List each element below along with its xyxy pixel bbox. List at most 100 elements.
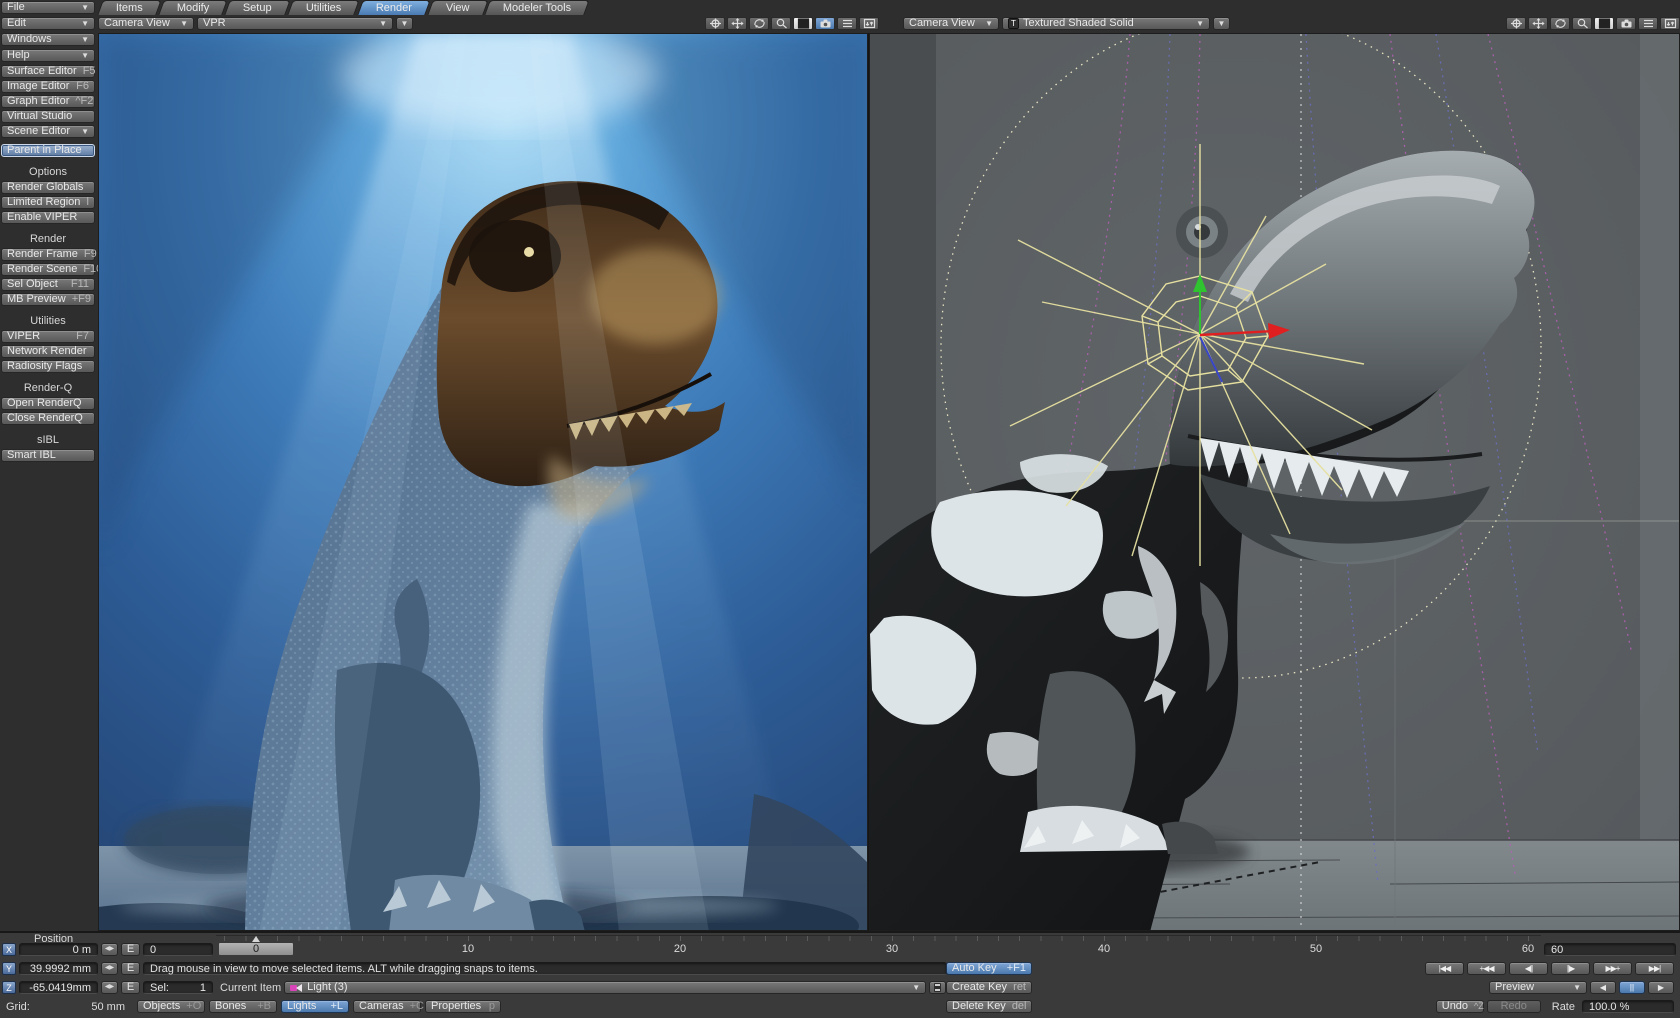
item-history-button[interactable] xyxy=(929,981,946,994)
lights-button[interactable]: Lights+L xyxy=(281,1000,349,1013)
sidebar-item-open-renderq[interactable]: Open RenderQ xyxy=(1,397,95,410)
current-frame-input[interactable]: 0 xyxy=(143,943,213,956)
tab-items[interactable]: Items xyxy=(97,0,161,15)
sidebar-item-render-scene[interactable]: Render SceneF10 xyxy=(1,263,95,276)
create-key-button[interactable]: Create Key ret xyxy=(946,981,1032,994)
left-viewport-options-dropdown[interactable]: ▼ xyxy=(396,17,413,30)
sidebar-item-enable-viper[interactable]: Enable VIPER xyxy=(1,211,95,224)
vpr-render-viewport[interactable] xyxy=(98,33,868,931)
pan-icon[interactable] xyxy=(705,17,725,30)
sidebar-item-image-editor[interactable]: Image EditorF6 xyxy=(1,80,95,93)
bones-button[interactable]: Bones+B xyxy=(209,1000,277,1013)
windows-menu[interactable]: Windows ▼ xyxy=(1,33,95,46)
rotate-icon[interactable] xyxy=(1550,17,1570,30)
main-tab-bar: Items ModifySetupUtilitiesRenderViewModel… xyxy=(100,0,588,15)
preview-dropdown[interactable]: Preview ▼ xyxy=(1489,981,1587,994)
timeline-handle[interactable]: 0 xyxy=(218,942,294,956)
sidebar-item-mb-preview[interactable]: MB Preview+F9 xyxy=(1,293,95,306)
shortcut-hint: p xyxy=(483,1001,495,1012)
shortcut-hint: F11 xyxy=(65,279,89,290)
go-end-button[interactable]: ▶▶| xyxy=(1635,962,1674,975)
delete-key-button[interactable]: Delete Key del xyxy=(946,1000,1032,1013)
z-envelope-button[interactable]: E xyxy=(121,981,140,994)
sidebar-item-surface-editor[interactable]: Surface EditorF5 xyxy=(1,65,95,78)
y-envelope-button[interactable]: E xyxy=(121,962,140,975)
next-key-button[interactable]: ▶▶+ xyxy=(1593,962,1632,975)
maximize-icon[interactable] xyxy=(1594,17,1614,30)
tab-render[interactable]: Render xyxy=(357,0,431,15)
sidebar-item-render-frame[interactable]: Render FrameF9 xyxy=(1,248,95,261)
camera-icon[interactable] xyxy=(815,17,835,30)
undo-button[interactable]: Undo ^Z xyxy=(1436,1000,1484,1013)
sidebar-item-parent-in-place[interactable]: Parent in Place xyxy=(1,144,95,157)
camera-icon[interactable] xyxy=(1616,17,1636,30)
sidebar-item-smart-ibl[interactable]: Smart IBL xyxy=(1,449,95,462)
next-frame-button[interactable]: ||▶ xyxy=(1551,962,1590,975)
maximize-icon[interactable] xyxy=(793,17,813,30)
tab-modeler-tools[interactable]: Modeler Tools xyxy=(485,0,591,15)
cameras-button[interactable]: Cameras+C xyxy=(353,1000,421,1013)
redo-button[interactable]: Redo xyxy=(1487,1000,1541,1013)
pan-icon[interactable] xyxy=(1506,17,1526,30)
timeline-ruler[interactable]: 0 102030405060 xyxy=(216,934,1541,956)
properties-button[interactable]: Propertiesp xyxy=(425,1000,501,1013)
viewport-divider[interactable] xyxy=(868,33,869,931)
objects-button[interactable]: Objects+O xyxy=(137,1000,205,1013)
edit-menu[interactable]: Edit ▼ xyxy=(1,17,95,30)
x-envelope-button[interactable]: E xyxy=(121,943,140,956)
tab-view[interactable]: View xyxy=(427,0,488,15)
play-forward-button[interactable]: ▶ xyxy=(1648,981,1674,994)
z-stepper[interactable]: ◀▶ xyxy=(101,981,118,994)
sidebar-item-close-renderq[interactable]: Close RenderQ xyxy=(1,412,95,425)
end-frame-input[interactable]: 60 xyxy=(1544,943,1676,956)
sidebar-item-sel-object[interactable]: Sel Object F11 xyxy=(1,278,95,291)
zoom-icon[interactable] xyxy=(771,17,791,30)
shortcut-hint: F6 xyxy=(70,81,89,92)
tab-setup[interactable]: Setup xyxy=(225,0,291,15)
right-render-mode-dropdown[interactable]: T Textured Shaded Solid ▼ xyxy=(1002,17,1210,30)
sidebar-item-render-globals[interactable]: Render Globals xyxy=(1,181,95,194)
export-icon[interactable] xyxy=(859,17,879,30)
prev-frame-button[interactable]: ◀|| xyxy=(1509,962,1548,975)
export-icon[interactable] xyxy=(1660,17,1680,30)
position-x-field[interactable]: 0 m xyxy=(19,943,98,956)
zoom-icon[interactable] xyxy=(1572,17,1592,30)
y-stepper[interactable]: ◀▶ xyxy=(101,962,118,975)
current-item-dropdown[interactable]: Light (3) ▼ xyxy=(284,981,926,994)
left-view-type-dropdown[interactable]: Camera View ▼ xyxy=(98,17,194,30)
sidebar-item-graph-editor[interactable]: Graph Editor^F2 xyxy=(1,95,95,108)
sidebar-item-radiosity-flags[interactable]: Radiosity Flags xyxy=(1,360,95,373)
right-view-type-dropdown[interactable]: Camera View ▼ xyxy=(903,17,999,30)
move-icon[interactable] xyxy=(727,17,747,30)
left-render-mode-dropdown[interactable]: VPR ▼ xyxy=(197,17,393,30)
tab-modify[interactable]: Modify xyxy=(158,0,228,15)
sidebar-item-label: Sel Object xyxy=(7,279,58,290)
position-y-field[interactable]: 39.9992 mm xyxy=(19,962,98,975)
prev-key-button[interactable]: +◀◀ xyxy=(1467,962,1506,975)
sidebar-item-scene-editor[interactable]: Scene Editor▼ xyxy=(1,125,95,138)
go-start-button[interactable]: |◀◀ xyxy=(1425,962,1464,975)
position-z-field[interactable]: -65.0419mm xyxy=(19,981,98,994)
rate-label: Rate xyxy=(1552,1000,1575,1013)
bottom-status-bar: Position X 0 m ◀▶ E 0 0 102030405060 60 … xyxy=(0,931,1680,1018)
pause-button[interactable]: || xyxy=(1619,981,1645,994)
x-stepper[interactable]: ◀▶ xyxy=(101,943,118,956)
rate-value-field[interactable]: 100.0 % xyxy=(1582,1000,1674,1013)
model-viewport[interactable] xyxy=(869,33,1680,931)
sidebar-item-limited-region[interactable]: Limited Regionl xyxy=(1,196,95,209)
play-reverse-button[interactable]: ◀ xyxy=(1590,981,1616,994)
tab-utilities[interactable]: Utilities xyxy=(287,0,360,15)
sidebar-item-network-render[interactable]: Network Render xyxy=(1,345,95,358)
sidebar-item-viper[interactable]: VIPERF7 xyxy=(1,330,95,343)
tab-label: Items xyxy=(116,2,143,14)
current-item-value: Light (3) xyxy=(307,982,347,993)
move-icon[interactable] xyxy=(1528,17,1548,30)
menu-icon[interactable] xyxy=(1638,17,1658,30)
rotate-icon[interactable] xyxy=(749,17,769,30)
help-menu[interactable]: Help ▼ xyxy=(1,49,95,62)
auto-key-button[interactable]: Auto Key +F1 xyxy=(946,962,1032,975)
menu-icon[interactable] xyxy=(837,17,857,30)
sidebar-item-virtual-studio[interactable]: Virtual Studio xyxy=(1,110,95,123)
right-viewport-options-dropdown[interactable]: ▼ xyxy=(1213,17,1230,30)
file-menu[interactable]: File ▼ xyxy=(1,1,95,14)
